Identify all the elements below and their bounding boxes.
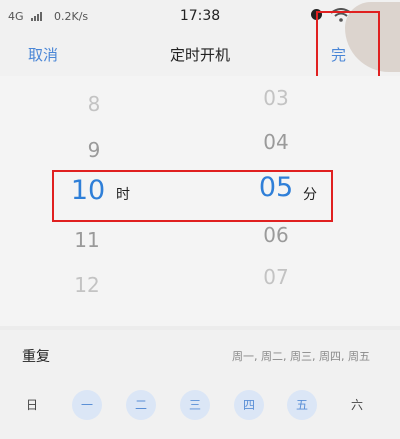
repeat-label: 重复	[22, 349, 50, 365]
day-monday[interactable]: 一	[72, 390, 102, 420]
repeat-section: 重复 周一, 周二, 周三, 周四, 周五 日 一 二 三 四 五 六	[0, 330, 400, 439]
day-wednesday[interactable]: 三	[180, 390, 210, 420]
day-thursday[interactable]: 四	[234, 390, 264, 420]
hour-option[interactable]: 8	[64, 92, 124, 116]
hour-option[interactable]: 12	[57, 273, 117, 297]
day-sunday[interactable]: 日	[17, 390, 47, 420]
day-friday[interactable]: 五	[287, 390, 317, 420]
minute-option[interactable]: 06	[246, 223, 306, 247]
repeat-summary: 周一, 周二, 周三, 周四, 周五	[232, 350, 370, 363]
hour-option[interactable]: 9	[64, 138, 124, 162]
day-tuesday[interactable]: 二	[126, 390, 156, 420]
day-saturday[interactable]: 六	[342, 390, 372, 420]
minute-option[interactable]: 03	[246, 86, 306, 110]
minute-option[interactable]: 04	[246, 130, 306, 154]
highlight-box-time	[52, 170, 333, 222]
hour-option[interactable]: 11	[57, 228, 117, 252]
minute-option[interactable]: 07	[246, 265, 306, 289]
